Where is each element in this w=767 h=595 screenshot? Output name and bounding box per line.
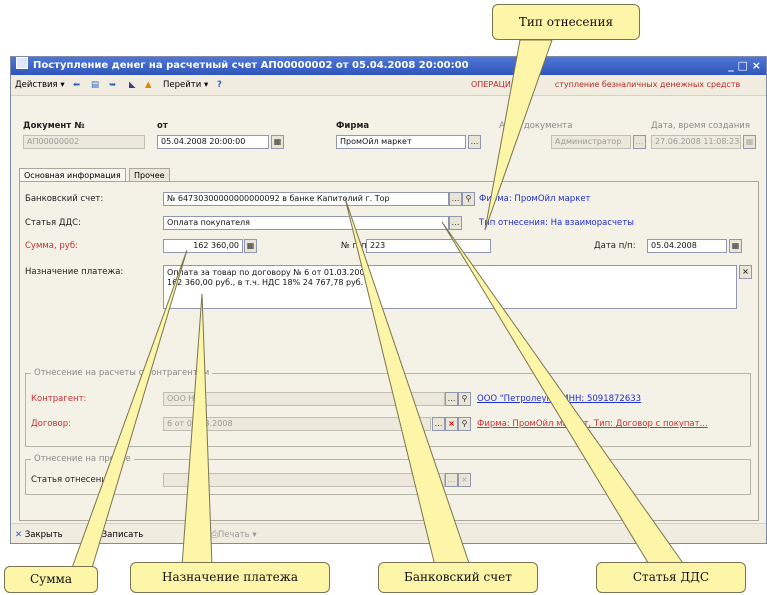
relation-type-callout: Тип отнесения [492,4,640,40]
callout-pointers [71,39,686,569]
sum-callout: Сумма [4,566,98,593]
purpose-pointer [181,293,213,567]
bank-callout: Банковский счет [378,562,538,593]
dds-pointer [441,221,686,567]
relation-type-pointer [484,39,553,231]
sum-pointer [71,249,188,569]
dds-callout: Статья ДДС [596,562,746,593]
purpose-callout: Назначение платежа [130,562,330,593]
bank-pointer [344,197,471,567]
